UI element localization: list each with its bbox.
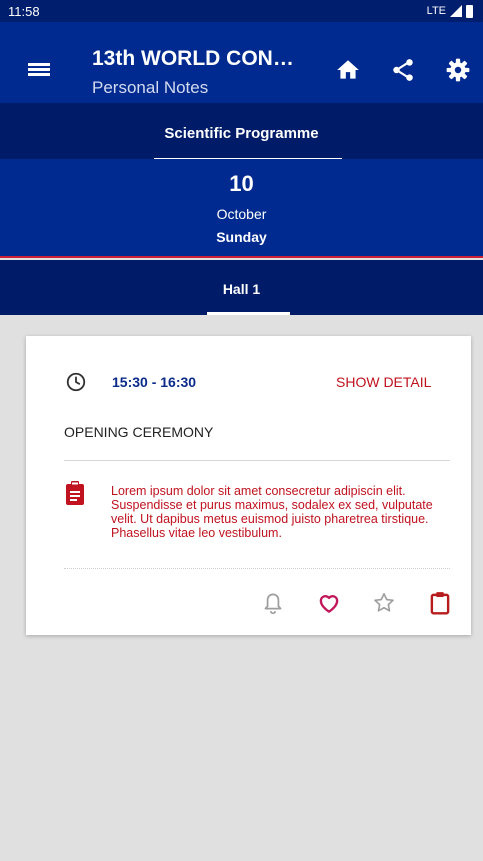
tab-hall-1[interactable]: Hall 1: [0, 281, 483, 297]
session-title: OPENING CEREMONY: [64, 424, 214, 440]
share-icon[interactable]: [390, 57, 416, 83]
tab-scientific-programme[interactable]: Scientific Programme: [0, 125, 483, 142]
bell-icon[interactable]: [260, 590, 286, 616]
signal-icon: [450, 5, 462, 17]
hall-tab-indicator: [207, 312, 290, 315]
status-time: 11:58: [8, 3, 40, 19]
session-note: Lorem ipsum dolor sit amet consecretur a…: [111, 484, 433, 540]
status-bar: 11:58 LTE: [0, 0, 483, 22]
app-subtitle: Personal Notes: [92, 78, 209, 97]
home-icon[interactable]: [335, 57, 361, 83]
star-icon[interactable]: [371, 590, 397, 616]
app-bar: 13th WORLD CON… Personal Notes: [0, 22, 483, 103]
clock-icon: [66, 372, 86, 392]
note-icon: [66, 481, 84, 505]
settings-icon[interactable]: [445, 57, 471, 83]
hall-tab-bar: Hall 1: [0, 260, 483, 315]
session-card: 15:30 - 16:30 SHOW DETAIL OPENING CEREMO…: [26, 336, 471, 635]
programme-tab-bar: Scientific Programme: [0, 103, 483, 160]
show-detail-button[interactable]: SHOW DETAIL: [336, 374, 431, 390]
date-day: 10: [229, 171, 254, 196]
status-indicators: LTE: [426, 4, 473, 18]
date-month: October: [216, 206, 267, 222]
heart-icon[interactable]: [316, 590, 342, 616]
menu-icon[interactable]: [28, 60, 50, 76]
app-title: 13th WORLD CON…: [92, 47, 294, 70]
divider: [64, 460, 450, 461]
date-weekday: Sunday: [216, 229, 267, 245]
clipboard-icon[interactable]: [427, 590, 453, 616]
battery-icon: [466, 4, 473, 18]
divider-dotted: [64, 568, 450, 569]
date-selector[interactable]: 10 October Sunday: [0, 159, 483, 258]
session-time: 15:30 - 16:30: [112, 374, 197, 390]
network-type: LTE: [426, 5, 446, 17]
